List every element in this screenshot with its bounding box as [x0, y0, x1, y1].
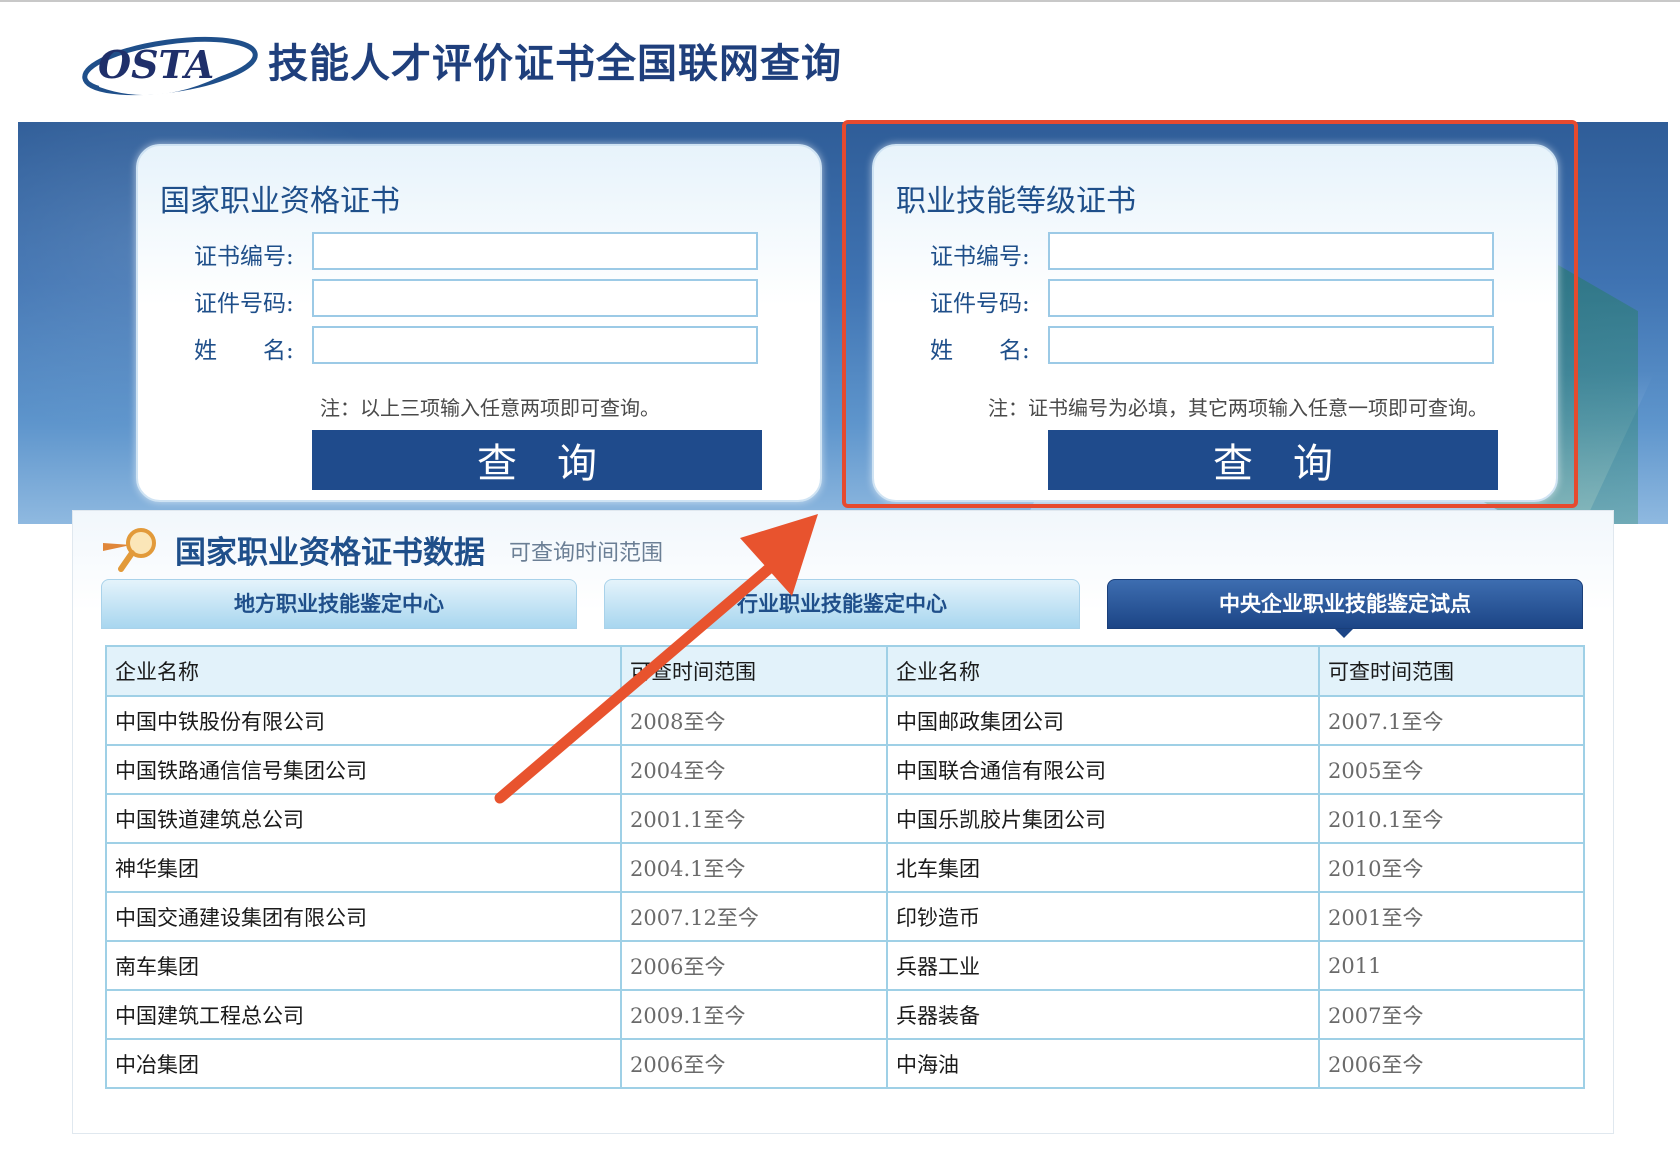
name-label: 姓 名: — [194, 338, 294, 364]
enterprise-name: 中国交通建设集团有限公司 — [105, 891, 622, 942]
table-row: 中国中铁股份有限公司 2008至今 中国邮政集团公司 2007.1至今 — [105, 695, 1585, 746]
enterprise-name: 兵器工业 — [886, 940, 1320, 991]
enterprise-name: 中海油 — [886, 1038, 1320, 1089]
time-range: 2007至今 — [1318, 989, 1585, 1040]
name-label: 姓 名: — [930, 338, 1030, 364]
cert-no-input[interactable] — [312, 232, 758, 270]
cert-no-label: 证书编号: — [194, 244, 294, 270]
column-header-enterprise: 企业名称 — [886, 645, 1320, 697]
id-no-label: 证件号码: — [194, 291, 294, 317]
time-range: 2006至今 — [620, 940, 888, 991]
time-range: 2009.1至今 — [620, 989, 888, 1040]
enterprise-name: 北车集团 — [886, 842, 1320, 893]
query-note: 注：证书编号为必填，其它两项输入任意一项即可查询。 — [988, 396, 1488, 420]
table-row: 中国铁道建筑总公司 2001.1至今 中国乐凯胶片集团公司 2010.1至今 — [105, 793, 1585, 844]
enterprise-name: 中国铁路通信信号集团公司 — [105, 744, 622, 795]
enterprise-name: 神华集团 — [105, 842, 622, 893]
logo-text: OSTA — [98, 42, 214, 87]
enterprise-name: 中国建筑工程总公司 — [105, 989, 622, 1040]
time-range: 2004至今 — [620, 744, 888, 795]
top-border — [0, 0, 1680, 2]
enterprise-table: 企业名称 可查时间范围 企业名称 可查时间范围 中国中铁股份有限公司 2008至… — [105, 645, 1585, 1089]
panel-title: 职业技能等级证书 — [896, 184, 1136, 219]
site-title: 技能人才评价证书全国联网查询 — [268, 41, 842, 87]
time-range: 2001至今 — [1318, 891, 1585, 942]
cert-no-input[interactable] — [1048, 232, 1494, 270]
query-panel-vocational-qualification: 国家职业资格证书 证书编号: 证件号码: 姓 名: 注：以上三项输入任意两项即可… — [136, 144, 822, 502]
osta-logo: OSTA — [82, 36, 258, 96]
time-range: 2004.1至今 — [620, 842, 888, 893]
tab-industry-centers[interactable]: 行业职业技能鉴定中心 — [604, 579, 1080, 629]
panel-title: 国家职业资格证书 — [160, 184, 400, 219]
enterprise-name: 中国铁道建筑总公司 — [105, 793, 622, 844]
column-header-enterprise: 企业名称 — [105, 645, 622, 697]
enterprise-name: 中国邮政集团公司 — [886, 695, 1320, 746]
enterprise-name: 兵器装备 — [886, 989, 1320, 1040]
enterprise-name: 中冶集团 — [105, 1038, 622, 1089]
time-range: 2006至今 — [1318, 1038, 1585, 1089]
data-section-title: 国家职业资格证书数据 — [175, 535, 485, 571]
enterprise-name: 中国联合通信有限公司 — [886, 744, 1320, 795]
query-note: 注：以上三项输入任意两项即可查询。 — [320, 396, 660, 420]
column-header-time-range: 可查时间范围 — [1318, 645, 1585, 697]
id-no-input[interactable] — [1048, 279, 1494, 317]
data-section-subtitle: 可查询时间范围 — [509, 541, 664, 566]
table-row: 中冶集团 2006至今 中海油 2006至今 — [105, 1038, 1585, 1089]
id-no-label: 证件号码: — [930, 291, 1030, 317]
time-range: 2011 — [1318, 940, 1585, 991]
tab-central-enterprise-pilots[interactable]: 中央企业职业技能鉴定试点 — [1107, 579, 1583, 629]
column-header-time-range: 可查时间范围 — [620, 645, 888, 697]
id-no-input[interactable] — [312, 279, 758, 317]
table-row: 神华集团 2004.1至今 北车集团 2010至今 — [105, 842, 1585, 893]
time-range: 2001.1至今 — [620, 793, 888, 844]
name-input[interactable] — [312, 326, 758, 364]
active-tab-pointer — [1335, 629, 1353, 638]
cert-no-label: 证书编号: — [930, 244, 1030, 270]
tab-local-centers[interactable]: 地方职业技能鉴定中心 — [101, 579, 577, 629]
certificate-data-section: 国家职业资格证书数据 可查询时间范围 地方职业技能鉴定中心 行业职业技能鉴定中心… — [72, 510, 1614, 1134]
table-row: 中国建筑工程总公司 2009.1至今 兵器装备 2007至今 — [105, 989, 1585, 1040]
enterprise-name: 中国乐凯胶片集团公司 — [886, 793, 1320, 844]
time-range: 2007.1至今 — [1318, 695, 1585, 746]
query-button[interactable]: 查询 — [312, 430, 762, 490]
table-row: 中国交通建设集团有限公司 2007.12至今 印钞造币 2001至今 — [105, 891, 1585, 942]
time-range: 2008至今 — [620, 695, 888, 746]
enterprise-name: 印钞造币 — [886, 891, 1320, 942]
query-panel-skill-level: 职业技能等级证书 证书编号: 证件号码: 姓 名: 注：证书编号为必填，其它两项… — [872, 144, 1558, 502]
name-input[interactable] — [1048, 326, 1494, 364]
time-range: 2005至今 — [1318, 744, 1585, 795]
table-header-row: 企业名称 可查时间范围 企业名称 可查时间范围 — [105, 645, 1585, 697]
time-range: 2010至今 — [1318, 842, 1585, 893]
table-row: 南车集团 2006至今 兵器工业 2011 — [105, 940, 1585, 991]
time-range: 2007.12至今 — [620, 891, 888, 942]
query-button[interactable]: 查询 — [1048, 430, 1498, 490]
table-row: 中国铁路通信信号集团公司 2004至今 中国联合通信有限公司 2005至今 — [105, 744, 1585, 795]
time-range: 2010.1至今 — [1318, 793, 1585, 844]
time-range: 2006至今 — [620, 1038, 888, 1089]
enterprise-name: 南车集团 — [105, 940, 622, 991]
magnifier-icon — [103, 528, 156, 572]
enterprise-name: 中国中铁股份有限公司 — [105, 695, 622, 746]
